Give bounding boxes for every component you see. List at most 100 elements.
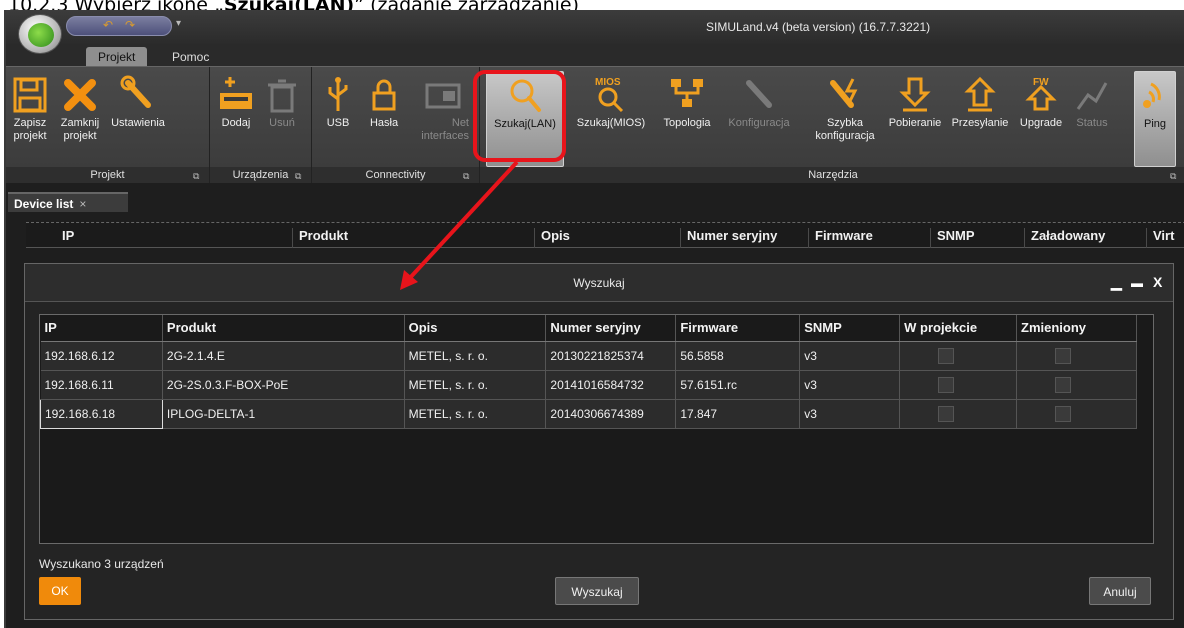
firmware-upgrade-icon: FW <box>1025 77 1057 111</box>
net-interfaces-button[interactable]: Net interfaces <box>412 71 474 167</box>
settings-button[interactable]: Ustawienia <box>108 71 168 167</box>
col-firmware[interactable]: Firmware <box>808 228 873 248</box>
close-tab-icon[interactable]: × <box>79 197 86 211</box>
table-row[interactable]: 192.168.6.11 2G-2S.0.3.F-BOX-PoE METEL, … <box>40 370 1137 400</box>
add-device-icon <box>220 77 252 109</box>
upload-label: Przesyłanie <box>951 117 1009 129</box>
ping-label: Ping <box>1143 118 1167 130</box>
upgrade-button[interactable]: FW Upgrade <box>1014 71 1068 167</box>
table-row[interactable]: 192.168.6.18 IPLOG-DELTA-1 METEL, s. r. … <box>40 398 1137 429</box>
col-numer-seryjny[interactable]: Numer seryjny <box>680 228 777 248</box>
download-button[interactable]: Pobieranie <box>884 71 946 167</box>
cancel-button[interactable]: Anuluj <box>1089 577 1151 605</box>
quick-config-icon <box>830 78 858 108</box>
result-col-snmp[interactable]: SNMP <box>799 315 901 342</box>
title-bar: ↶ ↷ ▾ SIMULand.v4 (beta version) (16.7.7… <box>6 10 1184 54</box>
in-project-checkbox[interactable] <box>938 347 955 364</box>
result-col-produkt[interactable]: Produkt <box>162 315 405 342</box>
col-produkt[interactable]: Produkt <box>292 228 348 248</box>
close-project-button[interactable]: Zamknij projekt <box>54 71 106 167</box>
topology-button[interactable]: Topologia <box>654 71 720 167</box>
col-ip[interactable]: IP <box>62 228 74 243</box>
remove-device-label: Usuń <box>269 117 295 129</box>
table-row[interactable]: 192.168.6.12 2G-2.1.4.E METEL, s. r. o. … <box>40 341 1137 371</box>
add-device-label: Dodaj <box>221 117 251 129</box>
results-header-row: IP Produkt Opis Numer seryjny Firmware S… <box>40 315 1137 342</box>
result-col-firmware[interactable]: Firmware <box>675 315 801 342</box>
result-col-opis[interactable]: Opis <box>404 315 547 342</box>
results-table: IP Produkt Opis Numer seryjny Firmware S… <box>40 315 1137 429</box>
search-button[interactable]: Wyszukaj <box>555 577 639 605</box>
cell-ip: 192.168.6.18 <box>40 398 163 429</box>
dialog-title: Wyszukaj <box>25 264 1173 302</box>
add-device-button[interactable]: Dodaj <box>214 71 258 167</box>
app-menu-orb[interactable] <box>18 14 62 54</box>
topology-icon <box>671 79 703 107</box>
col-zaladowany[interactable]: Załadowany <box>1024 228 1105 248</box>
save-project-button[interactable]: Zapisz projekt <box>8 71 52 167</box>
undo-icon[interactable]: ↶ <box>103 18 113 32</box>
changed-checkbox[interactable] <box>1055 376 1072 393</box>
highlight-callout <box>473 70 566 162</box>
maximize-icon[interactable]: ▬ <box>1131 276 1143 290</box>
search-mios-label: Szukaj(MIOS) <box>576 117 646 129</box>
col-opis[interactable]: Opis <box>534 228 570 248</box>
quick-access-toolbar: ↶ ↷ <box>66 16 172 36</box>
status-label: Status <box>1076 117 1108 129</box>
in-project-checkbox[interactable] <box>938 405 955 422</box>
group-projekt-label: Projekt <box>6 167 209 183</box>
passwords-button[interactable]: Hasła <box>362 71 406 167</box>
search-dialog: Wyszukaj ▁ ▬ X IP Produkt Opis Numer ser… <box>24 263 1174 620</box>
group-connectivity-label: Connectivity <box>312 167 479 183</box>
cell-zmieniony <box>1016 399 1137 429</box>
in-project-checkbox[interactable] <box>938 376 955 393</box>
device-list-header: IP Produkt Opis Numer seryjny Firmware S… <box>26 222 1184 248</box>
app-logo-icon <box>28 23 54 47</box>
configuration-button[interactable]: Konfiguracja <box>722 71 796 167</box>
status-button[interactable]: Status <box>1070 71 1114 167</box>
upload-button[interactable]: Przesyłanie <box>948 71 1012 167</box>
group-connectivity-launcher-icon[interactable]: ⧉ <box>463 171 473 181</box>
download-label: Pobieranie <box>888 117 942 129</box>
redo-icon[interactable]: ↷ <box>125 18 135 32</box>
cell-numer-seryjny: 20141016584732 <box>545 370 677 400</box>
ribbon-tabs: Projekt Pomoc <box>6 44 1184 66</box>
tab-pomoc[interactable]: Pomoc <box>160 47 221 66</box>
quick-config-label: Szybka konfiguracja <box>815 117 875 142</box>
ping-button[interactable]: Ping <box>1134 71 1176 167</box>
cell-firmware: 17.847 <box>675 399 801 429</box>
usb-button[interactable]: USB <box>318 71 358 167</box>
changed-checkbox[interactable] <box>1055 405 1072 422</box>
cell-firmware: 56.5858 <box>675 341 801 371</box>
group-narzedzia-label: Narzędzia <box>480 167 1184 183</box>
group-projekt-launcher-icon[interactable]: ⧉ <box>193 171 203 181</box>
cell-zmieniony <box>1016 341 1137 371</box>
search-mios-button[interactable]: MIOS Szukaj(MIOS) <box>570 71 652 167</box>
download-icon <box>899 77 931 112</box>
result-col-zmieniony[interactable]: Zmieniony <box>1016 315 1137 342</box>
mios-icon-text: MIOS <box>595 77 621 88</box>
result-col-ip[interactable]: IP <box>40 315 163 342</box>
changed-checkbox[interactable] <box>1055 347 1072 364</box>
group-narzedzia-launcher-icon[interactable]: ⧉ <box>1170 171 1180 181</box>
qat-dropdown-icon[interactable]: ▾ <box>176 18 181 29</box>
result-col-numer-seryjny[interactable]: Numer seryjny <box>545 315 677 342</box>
network-card-icon <box>425 83 461 109</box>
close-dialog-icon[interactable]: X <box>1153 274 1162 290</box>
tab-projekt[interactable]: Projekt <box>86 47 148 66</box>
quick-config-button[interactable]: Szybka konfiguracja <box>810 71 880 167</box>
col-snmp[interactable]: SNMP <box>930 228 975 248</box>
minimize-icon[interactable]: ▁ <box>1111 274 1122 291</box>
cell-zmieniony <box>1016 370 1137 400</box>
col-virt[interactable]: Virt <box>1146 228 1174 248</box>
cell-produkt: 2G-2S.0.3.F-BOX-PoE <box>162 370 405 400</box>
group-urzadzenia: Dodaj Usuń Urządzenia ⧉ <box>210 67 312 183</box>
group-urzadzenia-launcher-icon[interactable]: ⧉ <box>295 171 305 181</box>
result-col-w-projekcie[interactable]: W projekcie <box>899 315 1018 342</box>
remove-device-button[interactable]: Usuń <box>260 71 304 167</box>
status-chart-icon <box>1076 82 1108 110</box>
cell-snmp: v3 <box>799 370 901 400</box>
device-list-tab[interactable]: Device list × <box>8 192 128 212</box>
ok-button[interactable]: OK <box>39 577 81 605</box>
wrench-icon <box>120 75 151 108</box>
